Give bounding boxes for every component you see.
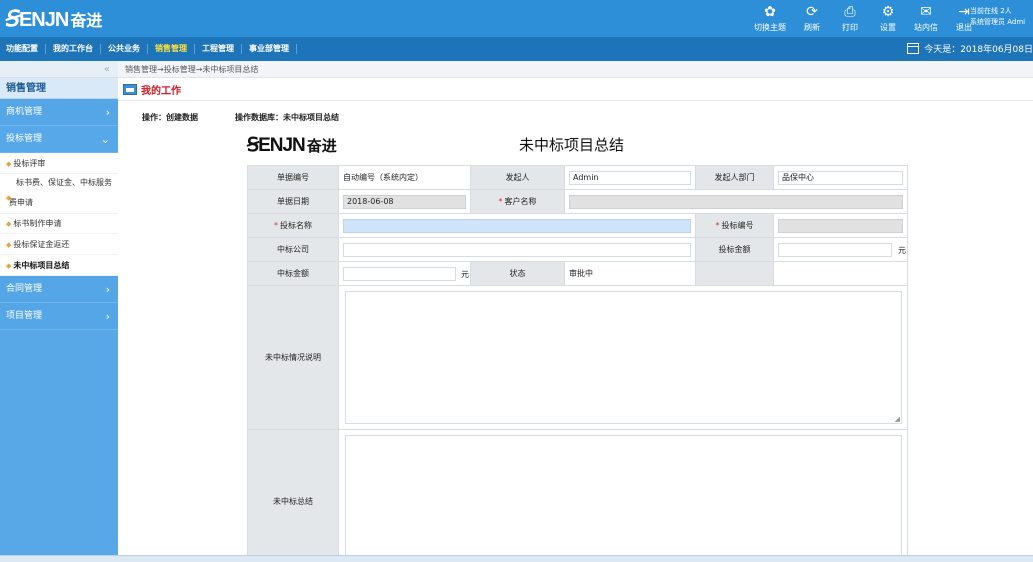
logo-mark: ꞨENJN [3,6,69,31]
bid-amount-input[interactable] [778,242,892,257]
bullet-icon: ◆ [6,241,12,249]
dept-label: 发起人部门 [695,165,774,190]
sidebar-group-contract[interactable]: 合同管理 › [0,276,118,303]
print-button[interactable]: ⎙ 打印 [831,4,869,33]
header-actions: ✿ 切换主题 ⟳ 刷新 ⎙ 打印 ⚙ 设置 ✉ 站内信 ⇥ 退出 [747,4,983,33]
bullet-icon: ◆ [6,220,12,228]
sidebar-group-opportunity[interactable]: 商机管理 › [0,99,118,126]
form-title: 未中标项目总结 [519,136,625,154]
bullet-icon: ◆ [6,160,12,168]
switch-theme-button[interactable]: ✿ 切换主题 [747,4,793,33]
sidebar-group-project[interactable]: 项目管理 › [0,303,118,330]
winner-label: 中标公司 [247,237,339,262]
win-amount-label: 中标金额 [247,261,339,286]
status-label: 状态 [470,261,565,286]
summary-label: 未中标总结 [247,429,339,562]
bid-amount-label: 投标金额 [695,237,774,262]
online-info: 当前在线 2人 系统管理员 Admi [970,7,1026,26]
winner-input[interactable] [343,242,691,257]
required-marker: * [498,197,503,206]
customer-field[interactable] [569,194,903,209]
resize-grip-icon[interactable]: ◢ [895,415,900,423]
menu-function-config[interactable]: 功能配置 [0,44,46,54]
gear-icon: ⚙ [881,4,895,20]
situation-textarea[interactable]: ◢ [345,291,902,424]
top-header: ꞨENJN 奋进 ✿ 切换主题 ⟳ 刷新 ⎙ 打印 ⚙ 设置 ✉ 站内信 ⇥ 退… [0,0,1033,37]
menu-public-business[interactable]: 公共业务 [101,44,148,54]
menu-engineering-management[interactable]: 工程管理 [195,44,242,54]
doc-no-value: 自动编号（系统内定） [338,165,471,190]
sidebar-item-tender-preparation[interactable]: ◆ 标书制作申请 [0,214,118,234]
bid-name-label: * 投标名称 [247,213,339,238]
unwon-summary-form: 单据编号 自动编号（系统内定） 发起人 Admin 发起人部门 品保中心 单据日… [247,165,908,562]
sidebar-item-deposit-return[interactable]: ◆ 投标保证金返还 [0,234,118,255]
bullet-icon: ◆ [6,262,12,270]
required-marker: * [274,221,278,230]
win-amount-input[interactable] [343,266,456,281]
settings-button[interactable]: ⚙ 设置 [869,4,907,33]
logo-chinese-text: 奋进 [70,11,103,30]
refresh-icon: ⟳ [806,4,818,20]
sidebar: « 销售管理 商机管理 › 投标管理 ⌄ ◆ 投标评审 标书费、保证金、中标服务 … [0,61,118,555]
chevron-down-icon: ⌄ [100,133,110,146]
initiator-field[interactable]: Admin [569,170,691,185]
breadcrumb: 销售管理→投标管理→未中标项目总结 [118,61,1033,78]
logo: ꞨENJN 奋进 [3,6,103,32]
operation-label: 操作：创建数据 [142,113,198,122]
work-panel-header: 我的工作 [118,78,1033,101]
menu-sales-management[interactable]: 销售管理 [148,44,195,54]
sidebar-group-bidding[interactable]: 投标管理 ⌄ [0,126,118,153]
chevron-right-icon: › [105,310,110,323]
sidebar-item-bid-review[interactable]: ◆ 投标评审 [0,153,118,174]
sidebar-title: 销售管理 [0,78,118,99]
mail-icon: ✉ [920,4,932,20]
work-title: 我的工作 [141,85,181,97]
bid-no-field[interactable] [778,218,903,233]
dept-field[interactable]: 品保中心 [778,170,903,185]
menu-division-management[interactable]: 事业部管理 [242,44,297,54]
window-icon [123,83,137,95]
menu-my-workbench[interactable]: 我的工作台 [46,44,101,54]
bid-no-label: * 投标编号 [695,213,774,238]
refresh-button[interactable]: ⟳ 刷新 [793,4,831,33]
chevron-right-icon: › [105,283,110,296]
doc-no-label: 单据编号 [247,165,339,190]
bid-name-input[interactable] [343,218,691,233]
database-label: 操作数据库：未中标项目总结 [235,113,339,122]
situation-label: 未中标情况说明 [247,285,339,430]
calendar-icon [907,43,920,54]
initiator-label: 发起人 [470,165,565,190]
chevron-right-icon: › [105,106,110,119]
summary-textarea[interactable] [345,435,902,562]
win-amount-unit: 元 [461,270,469,279]
sidebar-item-unwon-summary[interactable]: ◆ 未中标项目总结 [0,255,118,276]
today-date: 今天是：2018年06月08日 [907,42,1033,55]
bid-amount-unit: 元 [898,246,906,255]
customer-label: * 客户名称 [470,189,565,214]
print-icon: ⎙ [844,4,856,20]
main-menu: 功能配置 我的工作台 公共业务 销售管理 工程管理 事业部管理 今天是：2018… [0,37,1033,61]
messages-button[interactable]: ✉ 站内信 [907,4,945,33]
required-marker: * [715,221,720,230]
palette-icon: ✿ [764,4,776,20]
doc-date-label: 单据日期 [247,189,339,214]
collapse-sidebar-button[interactable]: « [0,61,118,78]
form-logo: ꞨENJN 奋进 [247,135,337,156]
doc-date-field: 2018-06-08 [343,194,466,209]
sidebar-item-bid-fee-application[interactable]: 标书费、保证金、中标服务 ◆ 费申请 [0,174,118,214]
status-bar [0,555,1033,562]
status-value: 审批中 [564,261,696,286]
